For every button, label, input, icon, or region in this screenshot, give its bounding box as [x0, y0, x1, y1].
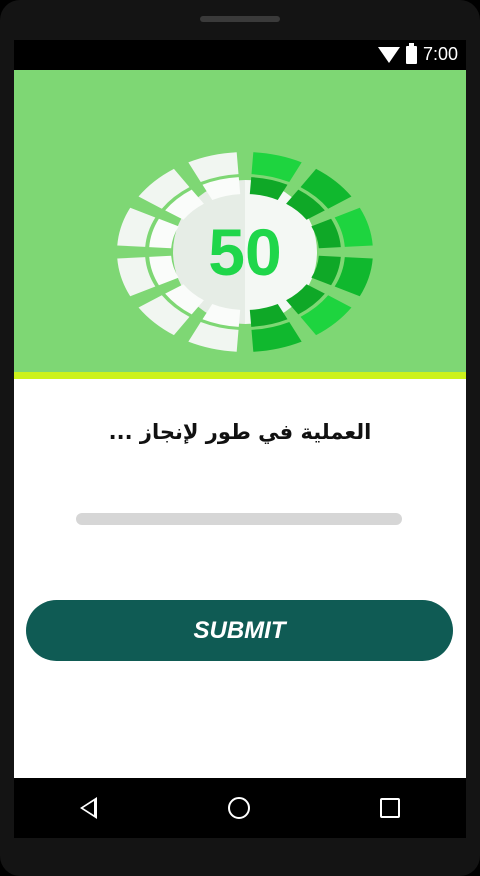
gauge-outer-segment: [117, 257, 156, 297]
gauge-outer-segment: [117, 207, 156, 247]
navigation-bar: [14, 778, 466, 838]
hero-banner: 50: [14, 70, 466, 372]
submit-button[interactable]: SUBMIT: [26, 600, 453, 661]
back-icon[interactable]: [80, 797, 97, 819]
speaker-grille: [200, 16, 280, 22]
status-message: العملية في طور لإنجاز ...: [108, 420, 372, 444]
home-icon[interactable]: [228, 797, 250, 819]
gauge-outer-segment: [188, 321, 239, 352]
recents-icon[interactable]: [380, 798, 400, 818]
wifi-icon: [377, 46, 400, 63]
status-icons: 7:00: [377, 42, 458, 65]
device-frame: 7:00 50 العملية في طور لإنجاز ... SUBMIT: [0, 0, 480, 876]
gauge-outer-segment: [251, 321, 302, 352]
progress-gauge: 50: [117, 152, 373, 352]
gauge-outer-segment: [188, 152, 239, 183]
status-bar: 7:00: [14, 40, 466, 70]
progress-bar: [76, 513, 402, 525]
app-screen: 50 العملية في طور لإنجاز ... SUBMIT: [14, 70, 466, 778]
gauge-value: 50: [208, 215, 281, 289]
gauge-outer-segment: [251, 152, 302, 183]
status-time: 7:00: [422, 44, 458, 64]
gauge-outer-segment: [334, 207, 373, 247]
gauge-outer-segment: [334, 257, 373, 297]
battery-icon: [405, 42, 417, 64]
hero-accent-border: [14, 372, 466, 379]
